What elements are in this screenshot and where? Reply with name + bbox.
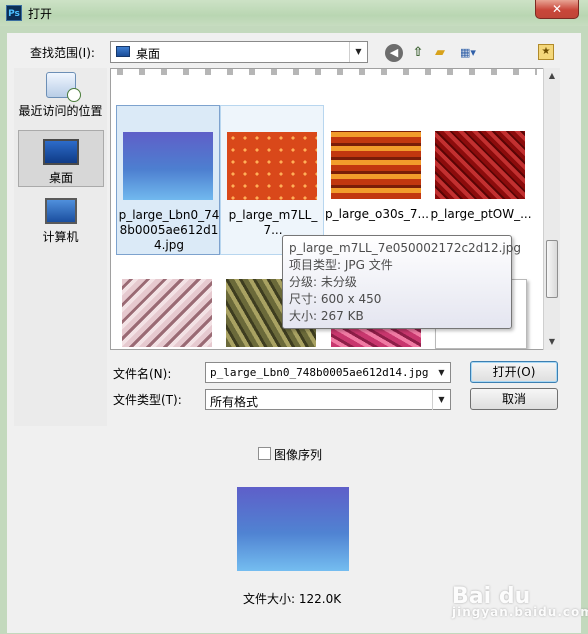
recent-places-icon: [45, 72, 81, 102]
filetype-value: 所有格式: [210, 395, 259, 409]
file-info-tooltip: p_large_m7LL_7e050002172c2d12.jpg 项目类型: …: [282, 235, 521, 329]
scrollbar-thumb[interactable]: [546, 240, 558, 298]
filetype-label: 文件类型(T):: [113, 393, 182, 407]
file-name: p_large_o30s_7...: [325, 207, 429, 221]
close-button[interactable]: ✕: [535, 0, 579, 19]
views-menu-icon[interactable]: ▦▾: [456, 44, 480, 62]
filename-label: 文件名(N):: [113, 367, 172, 381]
open-button[interactable]: 打开(O): [470, 361, 558, 383]
file-name: p_large_Lbn0_748b0005ae612d14.jpg: [118, 208, 220, 252]
up-folder-icon[interactable]: ⇧: [409, 44, 427, 62]
previous-row-remnant: [117, 69, 537, 75]
lookin-dropdown[interactable]: 桌面 ▼: [110, 41, 368, 63]
place-recent[interactable]: 最近访问的位置: [14, 72, 107, 130]
place-label: 最近访问的位置: [18, 104, 103, 118]
file-thumbnail: [122, 279, 212, 347]
file-thumbnail: [435, 131, 525, 199]
file-tile[interactable]: p_large_ptOW_...: [429, 105, 533, 255]
file-list-scrollbar[interactable]: ▲ ▼: [543, 68, 560, 350]
place-label: 桌面: [48, 171, 73, 185]
back-icon[interactable]: ◀: [385, 44, 403, 62]
desktop-icon: [116, 46, 130, 57]
file-tile[interactable]: p_large_o30s_7...: [325, 105, 429, 255]
photoshop-app-icon: Ps: [6, 5, 22, 21]
tooltip-dimensions: 尺寸: 600 x 450: [289, 292, 382, 306]
place-label: 计算机: [42, 230, 79, 244]
tooltip-filename: p_large_m7LL_7e050002172c2d12.jpg: [289, 241, 521, 255]
chevron-down-icon[interactable]: ▼: [349, 42, 367, 62]
chevron-down-icon[interactable]: ▼: [433, 363, 450, 383]
place-desktop[interactable]: 桌面: [18, 130, 104, 187]
image-sequence-checkbox[interactable]: [258, 447, 271, 460]
window-title: 打开: [28, 7, 53, 21]
help-icon[interactable]: ★: [538, 44, 554, 60]
desktop-icon: [43, 139, 79, 165]
scroll-down-icon[interactable]: ▼: [544, 334, 560, 350]
file-tile[interactable]: p_large_m7LL_7...: [220, 105, 324, 255]
title-bar: Ps 打开 ✕: [0, 0, 588, 27]
filename-value: p_large_Lbn0_748b0005ae612d14.jpg: [210, 366, 429, 379]
lookin-value: 桌面: [136, 47, 161, 61]
places-bar: 最近访问的位置 桌面 计算机: [14, 68, 107, 426]
file-thumbnail: [227, 132, 317, 200]
lookin-label: 查找范围(I):: [30, 46, 95, 60]
file-thumbnail: [123, 132, 213, 200]
baidu-watermark-logo: Bai du jingyan.baidu.com: [452, 584, 588, 619]
image-sequence-label[interactable]: 图像序列: [274, 446, 322, 463]
tooltip-type: 项目类型: JPG 文件: [289, 258, 393, 272]
computer-icon: [44, 198, 77, 224]
file-name: p_large_m7LL_7...: [228, 208, 318, 237]
file-size-text: 文件大小: 122.0K: [243, 592, 342, 606]
image-preview: [237, 487, 349, 571]
tooltip-rating: 分级: 未分级: [289, 275, 357, 289]
file-tile[interactable]: p_large_Lbn0_748b0005ae612d14.jpg: [116, 105, 220, 255]
filetype-dropdown[interactable]: 所有格式 ▼: [205, 389, 451, 410]
filename-field[interactable]: p_large_Lbn0_748b0005ae612d14.jpg ▼: [205, 362, 451, 383]
file-tile[interactable]: [116, 253, 220, 349]
new-folder-icon[interactable]: ▰: [431, 44, 449, 62]
place-computer[interactable]: 计算机: [14, 198, 107, 248]
cancel-button[interactable]: 取消: [470, 388, 558, 410]
tooltip-size: 大小: 267 KB: [289, 309, 364, 323]
chevron-down-icon[interactable]: ▼: [432, 390, 450, 410]
scroll-up-icon[interactable]: ▲: [544, 68, 560, 84]
file-thumbnail: [331, 131, 421, 199]
file-name: p_large_ptOW_...: [430, 207, 532, 221]
